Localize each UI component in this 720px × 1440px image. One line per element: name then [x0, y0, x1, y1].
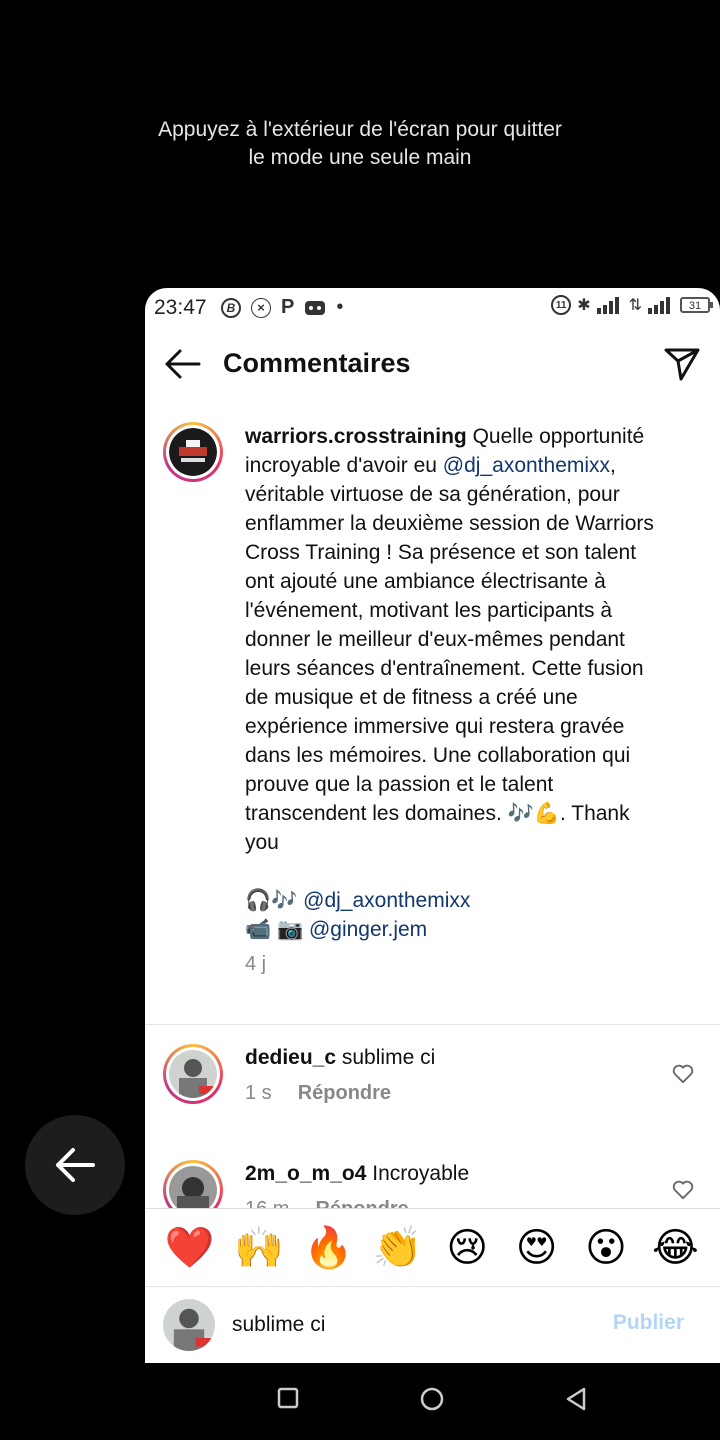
- comment-item: 2m_o_m_o4 Incroyable 16 m Répondre: [145, 1160, 720, 1208]
- tears-of-joy-emoji-button[interactable]: 😂: [650, 1225, 700, 1271]
- comment-time: 1 s: [245, 1082, 272, 1104]
- b-app-icon: B: [221, 297, 241, 318]
- comment-composer: sublime ci Publier: [145, 1286, 720, 1363]
- comment-avatar[interactable]: [163, 1160, 223, 1208]
- comment-text: sublime ci: [336, 1046, 436, 1069]
- divider: [145, 1024, 720, 1025]
- p-app-icon: P: [281, 296, 295, 318]
- page-title: Commentaires: [223, 348, 411, 378]
- surprised-emoji-button[interactable]: 😮: [581, 1225, 631, 1271]
- comment-meta: 16 m Répondre: [245, 1198, 409, 1208]
- battery-icon: 31: [680, 297, 713, 313]
- crying-emoji-button[interactable]: 😢: [442, 1225, 492, 1271]
- home-circle-icon[interactable]: [420, 1387, 444, 1411]
- quick-emoji-bar: ❤️ 🙌 🔥 👏 😢 😍 😮 😂: [145, 1208, 720, 1286]
- more-notifications-dot-icon: •: [336, 296, 344, 318]
- post-timestamp: 4 j: [245, 953, 267, 975]
- fire-emoji-button[interactable]: 🔥: [303, 1224, 354, 1271]
- credit-emoji-2: 📹 📷: [245, 918, 309, 941]
- hint-line-1: Appuyez à l'extérieur de l'écran pour qu…: [158, 118, 562, 141]
- signal-icon: [596, 297, 619, 314]
- comment-body: 2m_o_m_o4 Incroyable: [245, 1162, 469, 1186]
- status-time: 23:47: [154, 296, 207, 319]
- one-hand-mode-hint: Appuyez à l'extérieur de l'écran pour qu…: [0, 116, 720, 172]
- heart-emoji-button[interactable]: ❤️: [165, 1224, 215, 1271]
- arrow-left-icon: [56, 1148, 95, 1182]
- recents-square-icon[interactable]: [277, 1387, 299, 1409]
- arrow-left-icon[interactable]: [163, 346, 203, 382]
- reply-button[interactable]: Répondre: [315, 1198, 408, 1208]
- raising-hands-emoji-button[interactable]: 🙌: [234, 1224, 284, 1271]
- mention-link[interactable]: @dj_axonthemixx: [443, 454, 610, 477]
- system-nav-bar: [0, 1363, 720, 1440]
- comment-text: Incroyable: [366, 1162, 470, 1185]
- comment-username[interactable]: 2m_o_m_o4: [245, 1162, 366, 1185]
- reply-button[interactable]: Répondre: [298, 1082, 391, 1104]
- comment-input[interactable]: sublime ci: [232, 1313, 325, 1337]
- comment-body: dedieu_c sublime ci: [245, 1046, 435, 1070]
- clap-emoji-button[interactable]: 👏: [373, 1224, 423, 1271]
- comment-username[interactable]: dedieu_c: [245, 1046, 336, 1069]
- post-author-avatar[interactable]: [163, 422, 223, 482]
- back-triangle-icon[interactable]: [565, 1387, 587, 1411]
- data-saver-icon: 11: [551, 295, 572, 315]
- exit-one-hand-button[interactable]: [25, 1115, 125, 1215]
- credit-emoji-1: 🎧🎶: [245, 889, 304, 912]
- post-username[interactable]: warriors.crosstraining: [245, 425, 467, 448]
- caption-text-2: , véritable virtuose de sa génération, p…: [245, 454, 654, 854]
- data-transfer-icon: ⇅: [628, 297, 642, 314]
- composer-avatar: [163, 1299, 215, 1351]
- signal-2-icon: [648, 297, 670, 314]
- gamepad-icon: [305, 300, 326, 315]
- comment-time: 16 m: [245, 1198, 289, 1208]
- credit-mention-1[interactable]: @dj_axonthemixx: [303, 889, 470, 912]
- x-app-icon: ×: [251, 297, 271, 318]
- comment-item: dedieu_c sublime ci 1 s Répondre: [145, 1044, 720, 1134]
- warriors-logo-icon: [169, 428, 217, 476]
- bluetooth-icon: ✱: [577, 297, 591, 314]
- comments-header: Commentaires: [145, 338, 720, 390]
- heart-outline-icon[interactable]: [672, 1180, 694, 1200]
- status-bar: 23:47 B × P • 11 ✱ ⇅ 31: [145, 288, 720, 328]
- comment-avatar[interactable]: [163, 1044, 223, 1104]
- paper-plane-icon[interactable]: [662, 346, 702, 382]
- comment-meta: 1 s Répondre: [245, 1082, 391, 1105]
- post-caption: warriors.crosstraining Quelle opportunit…: [245, 422, 665, 979]
- user-photo-icon: [169, 1050, 217, 1098]
- hint-line-2: le mode une seule main: [248, 146, 472, 169]
- user-photo-icon: [169, 1166, 217, 1208]
- heart-outline-icon[interactable]: [672, 1064, 694, 1084]
- publish-button[interactable]: Publier: [613, 1311, 684, 1335]
- credit-mention-2[interactable]: @ginger.jem: [309, 918, 427, 941]
- heart-eyes-emoji-button[interactable]: 😍: [512, 1225, 562, 1271]
- shrunk-screen: 23:47 B × P • 11 ✱ ⇅ 31 Commentaires war…: [145, 288, 720, 1363]
- user-photo-icon: [163, 1299, 215, 1351]
